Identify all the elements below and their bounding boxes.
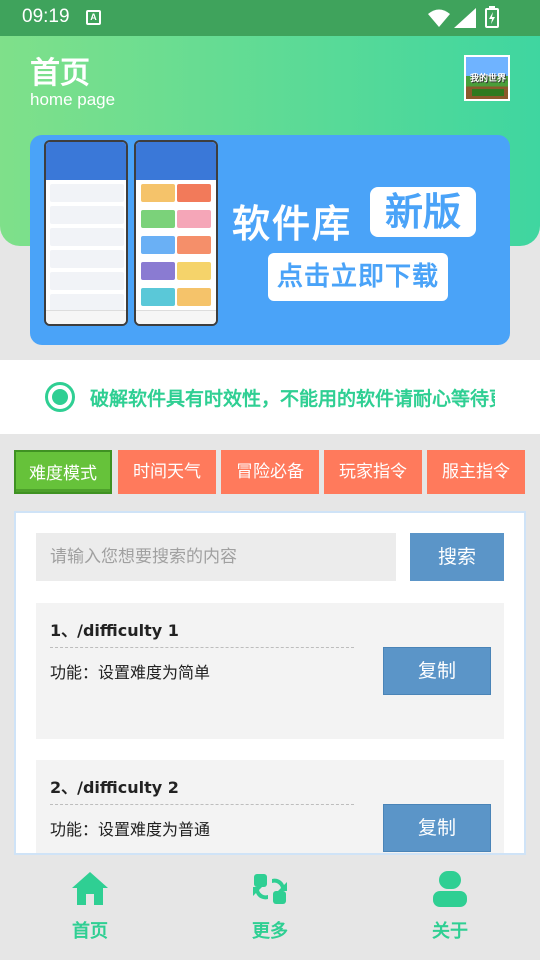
refresh-icon [253,874,287,904]
nav-item-about[interactable]: 关于 [400,869,500,943]
notice-bar: 破解软件具有时效性，不能用的软件请耐心等待更新 [0,360,540,434]
command-text: 2、/difficulty 2 [50,778,179,797]
signal-icon [454,8,476,28]
wifi-icon [428,9,450,27]
search-input[interactable] [36,533,396,581]
nav-label: 更多 [252,921,288,942]
copy-button[interactable]: 复制 [383,804,491,852]
battery-charging-icon [485,6,499,28]
status-time: 09:19 [22,6,70,27]
user-icon [433,871,467,907]
copy-button[interactable]: 复制 [383,647,491,695]
command-description: 功能：设置难度为普通 [50,820,211,839]
command-description: 功能：设置难度为简单 [50,663,211,682]
tab-player-commands[interactable]: 玩家指令 [324,450,422,494]
banner-title: 软件库 [232,202,353,246]
phone-mockup-1 [44,140,128,326]
bottom-nav: 首页 更多 关于 [0,855,540,960]
nav-item-home[interactable]: 首页 [40,869,140,943]
search-button[interactable]: 搜索 [410,533,504,581]
avatar-logo-strip [472,89,504,96]
command-text: 1、/difficulty 1 [50,621,179,640]
banner-download-button[interactable]: 点击立即下载 [268,253,448,301]
app-logo-avatar[interactable]: 我的世界 [464,55,510,101]
page-subtitle: home page [30,90,116,109]
status-bar: 09:19 A [0,0,540,36]
card-divider [50,647,354,648]
phone-mockup-2 [134,140,218,326]
notification-a-icon: A [86,10,101,25]
command-card: 1、/difficulty 1 功能：设置难度为简单 复制 [36,603,504,739]
command-card: 2、/difficulty 2 功能：设置难度为普通 复制 [36,760,504,853]
nav-label: 关于 [432,921,468,942]
banner-new-tag: 新版 [370,187,476,237]
avatar-logo-text: 我的世界 [469,74,506,84]
nav-item-more[interactable]: 更多 [220,869,320,943]
promo-banner[interactable]: 软件库 新版 点击立即下载 [30,135,510,345]
card-divider [50,804,354,805]
page-title: 首页 [30,56,90,91]
notice-dot-icon [45,382,75,412]
tab-time-weather[interactable]: 时间天气 [118,450,216,494]
category-tabs: 难度模式 时间天气 冒险必备 玩家指令 服主指令 [14,450,540,496]
tab-server-owner-commands[interactable]: 服主指令 [427,450,525,494]
notice-text: 破解软件具有时效性，不能用的软件请耐心等待更新 [90,388,495,410]
tab-difficulty-mode[interactable]: 难度模式 [14,450,112,494]
nav-label: 首页 [72,921,108,942]
tab-adventure-essentials[interactable]: 冒险必备 [221,450,319,494]
home-icon [72,872,108,905]
command-panel: 搜索 1、/difficulty 1 功能：设置难度为简单 复制 2、/diff… [14,511,526,855]
